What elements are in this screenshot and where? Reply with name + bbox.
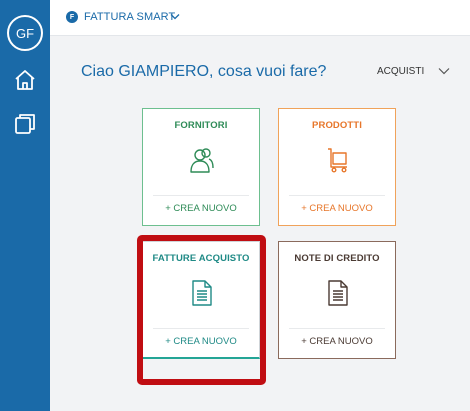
card-title: FORNITORI [174,120,228,131]
document-icon [328,280,348,306]
home-icon[interactable] [13,68,37,92]
cart-icon [328,148,347,173]
divider [289,195,385,196]
create-new-button[interactable]: + CREA NUOVO [279,203,395,214]
app-switcher[interactable]: FATTURA SMART [84,11,175,23]
card-title: PRODOTTI [312,120,362,131]
card-fornitori[interactable]: FORNITORI + CREA NUOVO [142,108,260,226]
chevron-down-icon[interactable] [170,13,180,20]
sidebar: GF [0,0,50,411]
avatar[interactable]: GF [7,15,43,51]
create-new-button[interactable]: + CREA NUOVO [143,203,259,214]
section-selector[interactable]: ACQUISTI [377,66,424,77]
card-title: NOTE DI CREDITO [294,253,380,264]
card-note-di-credito[interactable]: NOTE DI CREDITO + CREA NUOVO [278,241,396,359]
create-new-button[interactable]: + CREA NUOVO [279,336,395,347]
divider [289,328,385,329]
highlight-frame [137,235,266,385]
card-prodotti[interactable]: PRODOTTI + CREA NUOVO [278,108,396,226]
brand-logo-icon: F [66,11,78,23]
chevron-down-icon[interactable] [438,67,450,75]
documents-icon[interactable] [13,112,37,136]
users-icon [190,148,214,173]
page-title: Ciao GIAMPIERO, cosa vuoi fare? [81,63,327,80]
divider [153,195,249,196]
top-bar: F FATTURA SMART [50,0,470,36]
